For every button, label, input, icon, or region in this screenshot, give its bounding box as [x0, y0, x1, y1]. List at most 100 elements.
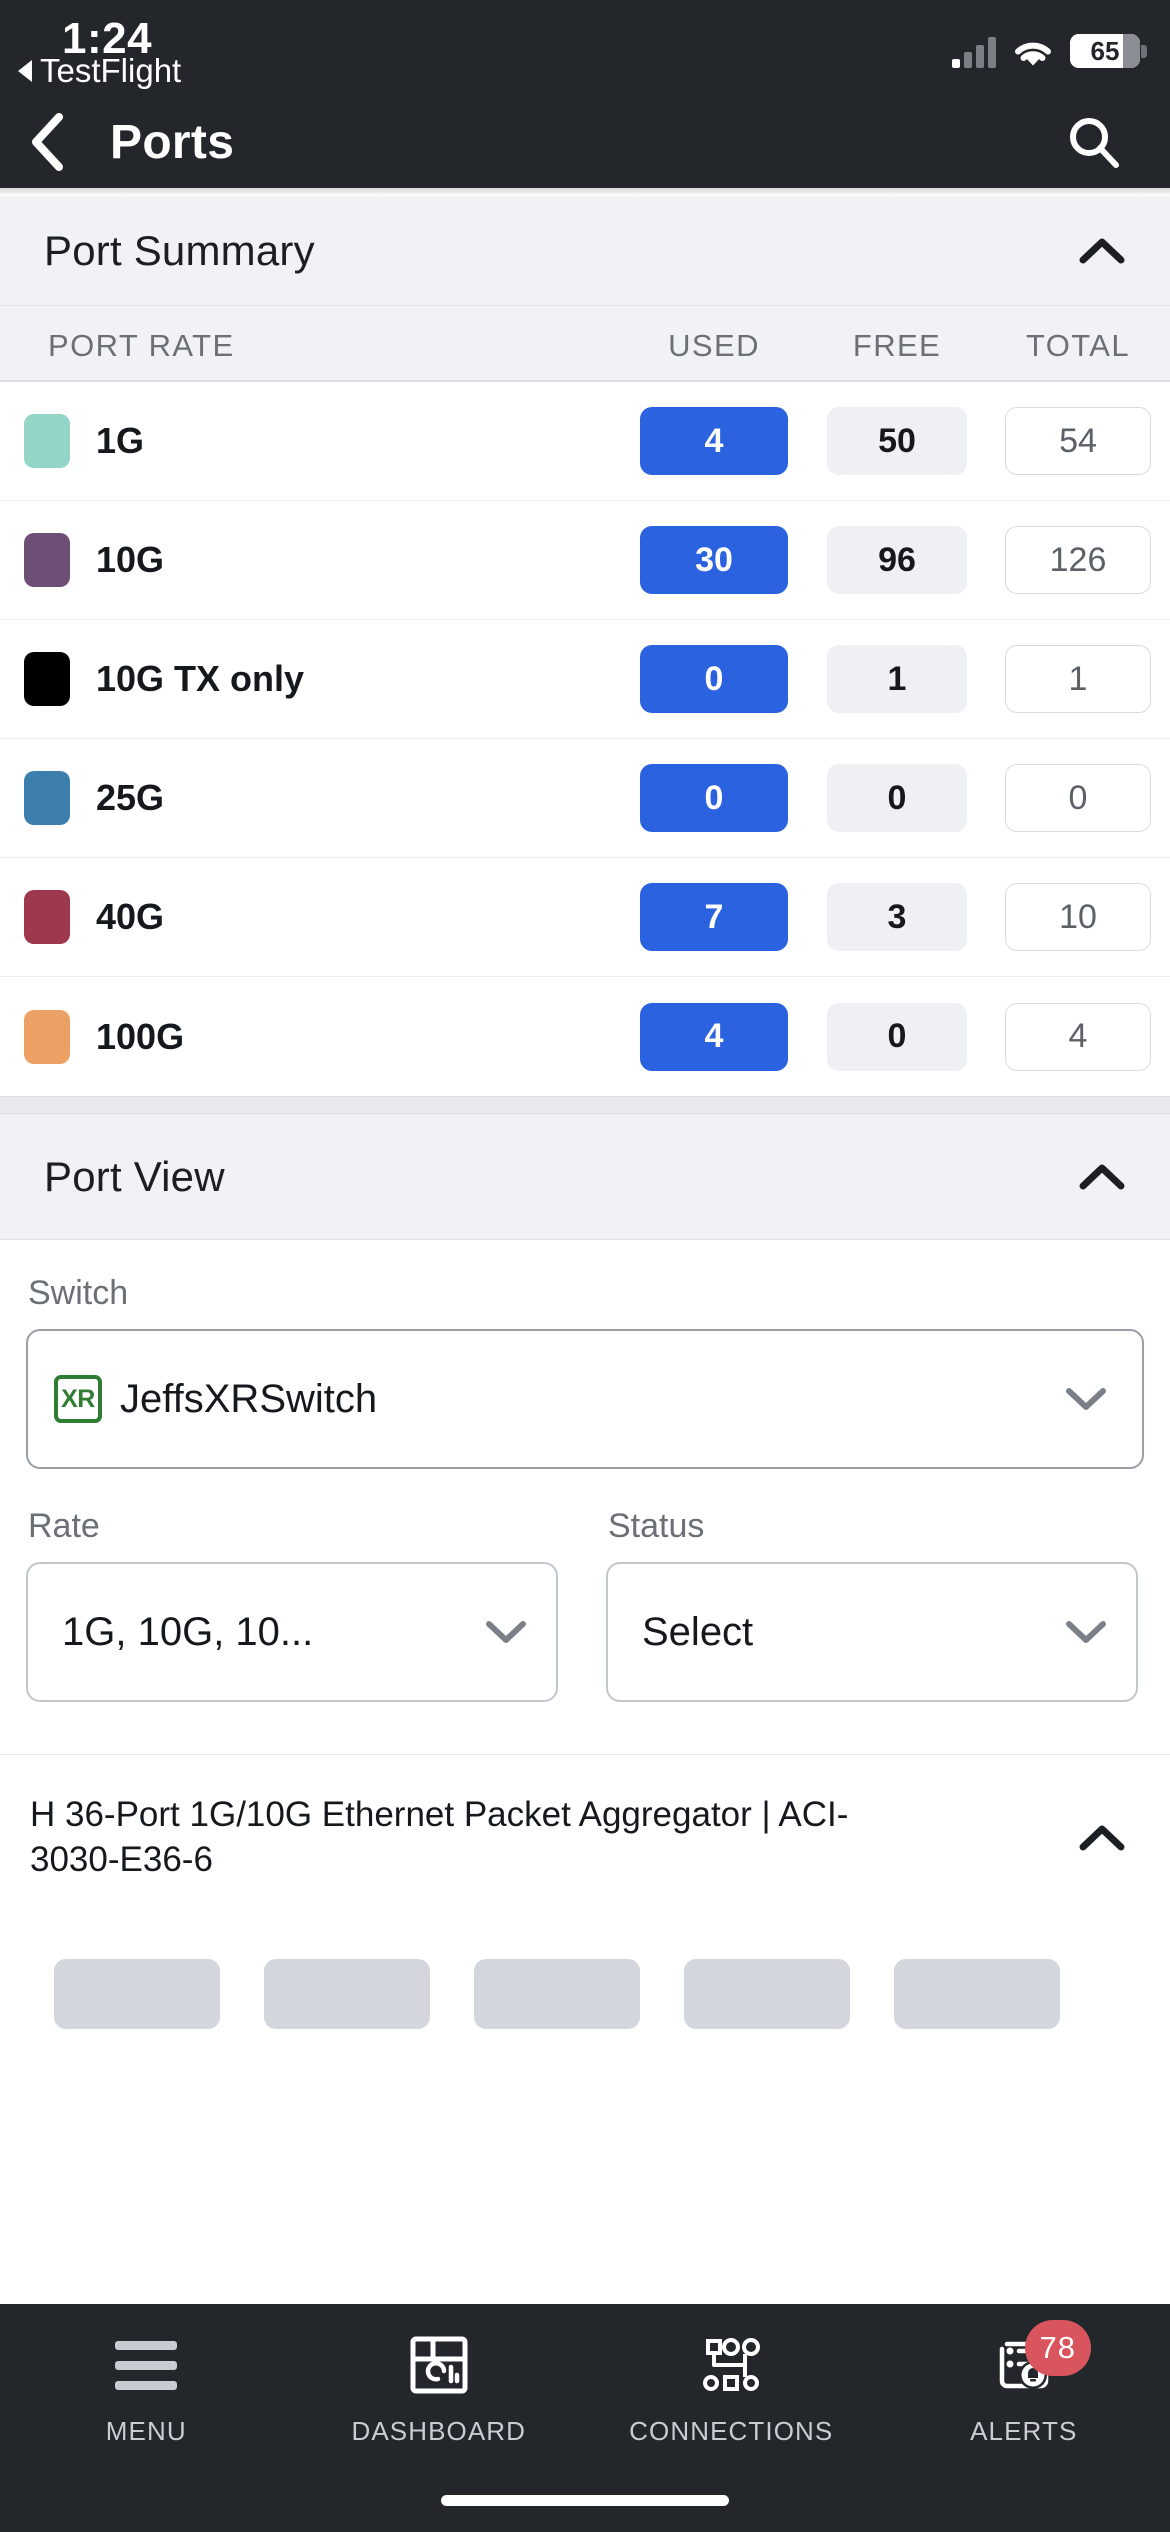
switch-select[interactable]: XR JeffsXRSwitch [26, 1329, 1144, 1469]
app-screen: 1:24 TestFlight 65 Ports Port Summary PO… [0, 0, 1170, 2532]
used-chip[interactable]: 4 [640, 407, 788, 475]
cell-free: 0 [808, 1002, 986, 1071]
tab-connections-label: CONNECTIONS [629, 2416, 834, 2446]
cell-port-rate: 10G [0, 533, 620, 587]
port-summary-title: Port Summary [44, 226, 315, 274]
free-chip[interactable]: 1 [827, 645, 967, 713]
used-chip[interactable]: 30 [640, 526, 788, 594]
table-row[interactable]: 1G 4 50 54 [0, 382, 1170, 501]
chevron-up-icon[interactable] [1078, 1823, 1126, 1853]
cell-total: 0 [986, 764, 1170, 832]
port-rate-color-swatch [24, 771, 70, 825]
used-chip[interactable]: 0 [640, 645, 788, 713]
search-button[interactable] [1062, 110, 1126, 174]
chevron-up-icon[interactable] [1078, 1162, 1126, 1192]
cell-port-rate: 40G [0, 890, 620, 944]
tab-menu-label: MENU [105, 2416, 187, 2446]
rate-select[interactable]: 1G, 10G, 10... [26, 1562, 558, 1702]
tab-menu[interactable]: MENU [0, 2334, 293, 2447]
rate-status-row: Rate 1G, 10G, 10... Status Select [26, 1473, 1144, 1702]
tab-connections[interactable]: CONNECTIONS [585, 2334, 878, 2447]
column-header-free: FREE [852, 328, 942, 363]
port-rate-color-swatch [24, 652, 70, 706]
navigation-bar: Ports [0, 96, 1170, 188]
status-bar-indicators: 65 [952, 26, 1147, 68]
port-chip[interactable] [54, 1958, 220, 2029]
column-header-port-rate: PORT RATE [48, 328, 235, 363]
table-row[interactable]: 100G 4 0 4 [0, 977, 1170, 1096]
rate-field-label: Rate [28, 1507, 100, 1545]
switch-select-value: JeffsXRSwitch [120, 1376, 378, 1421]
tab-alerts-label: ALERTS [970, 2416, 1078, 2446]
status-select-value: Select [642, 1609, 754, 1654]
used-chip[interactable]: 7 [640, 883, 788, 951]
xr-badge-icon: XR [54, 1375, 102, 1423]
port-summary-table-header: PORT RATE USED FREE TOTAL [0, 306, 1170, 382]
port-rate-label: 10G TX only [96, 658, 305, 699]
chevron-down-icon[interactable] [1064, 1385, 1108, 1413]
table-row[interactable]: 40G 7 3 10 [0, 858, 1170, 977]
switch-field-label: Switch [28, 1274, 129, 1312]
chevron-up-icon[interactable] [1078, 236, 1126, 266]
port-view-body: Switch XR JeffsXRSwitch Rate 1G, 10G, 10… [0, 1274, 1170, 1702]
chevron-left-icon [32, 113, 63, 171]
free-chip[interactable]: 3 [827, 883, 967, 951]
cell-port-rate: 10G TX only [0, 652, 620, 706]
free-chip[interactable]: 50 [827, 407, 967, 475]
cell-port-rate: 1G [0, 414, 620, 468]
port-chip[interactable] [684, 1958, 850, 2029]
cell-free: 50 [808, 407, 986, 475]
cell-used: 0 [620, 645, 808, 713]
used-chip[interactable]: 0 [640, 764, 788, 832]
free-chip[interactable]: 0 [827, 1002, 967, 1071]
cell-free: 3 [808, 883, 986, 951]
free-chip[interactable]: 96 [827, 526, 967, 594]
port-rate-label: 25G [96, 777, 165, 818]
cell-free: 1 [808, 645, 986, 713]
device-header-row[interactable]: H 36-Port 1G/10G Ethernet Packet Aggrega… [0, 1755, 1170, 1913]
cell-port-rate: 100G [0, 1009, 620, 1064]
dashboard-grid-icon [408, 2334, 470, 2396]
free-chip[interactable]: 0 [827, 764, 967, 832]
bottom-tab-bar: MENU DASHBOARD CONNECTIONS 78 ALERTS [0, 2304, 1170, 2532]
cell-total: 10 [986, 883, 1170, 951]
back-triangle-icon [18, 60, 32, 82]
back-to-testflight-link[interactable]: TestFlight [18, 52, 181, 90]
column-header-total: TOTAL [1025, 328, 1131, 363]
rate-field-group: Rate 1G, 10G, 10... [26, 1473, 558, 1702]
table-row[interactable]: 10G TX only 0 1 1 [0, 620, 1170, 739]
chevron-down-icon[interactable] [1064, 1618, 1108, 1646]
home-indicator [441, 2495, 729, 2506]
port-rate-label: 100G [96, 1015, 185, 1057]
status-field-group: Status Select [606, 1473, 1138, 1702]
port-chip[interactable] [264, 1958, 430, 2029]
port-summary-header[interactable]: Port Summary [0, 196, 1170, 306]
total-chip: 54 [1005, 407, 1151, 475]
table-row[interactable]: 10G 30 96 126 [0, 501, 1170, 620]
port-view-header[interactable]: Port View [0, 1114, 1170, 1240]
table-row[interactable]: 25G 0 0 0 [0, 739, 1170, 858]
column-header-used: USED [668, 328, 760, 363]
cell-total: 54 [986, 407, 1170, 475]
cell-total: 1 [986, 645, 1170, 713]
status-select[interactable]: Select [606, 1562, 1138, 1702]
page-title: Ports [110, 115, 235, 169]
chevron-down-icon[interactable] [484, 1618, 528, 1646]
rate-select-value: 1G, 10G, 10... [62, 1609, 314, 1654]
tab-dashboard[interactable]: DASHBOARD [293, 2334, 586, 2447]
used-chip[interactable]: 4 [640, 1002, 788, 1071]
scroll-content[interactable]: Port Summary PORT RATE USED FREE TOTAL 1… [0, 188, 1170, 2304]
port-rate-color-swatch [24, 1009, 70, 1064]
content-top-shadow [0, 188, 1170, 196]
port-chip[interactable] [894, 1958, 1060, 2029]
back-button[interactable] [0, 96, 96, 188]
section-separator [0, 1096, 1170, 1114]
device-description: H 36-Port 1G/10G Ethernet Packet Aggrega… [30, 1795, 849, 1879]
port-chip[interactable] [474, 1958, 640, 2029]
cell-free: 96 [808, 526, 986, 594]
port-summary-table-body: 1G 4 50 54 10G 30 96 126 10G TX only 0 1 1 25G 0 0 0 40G… [0, 382, 1170, 1096]
tab-alerts[interactable]: 78 ALERTS [878, 2320, 1170, 2447]
port-rate-label: 1G [96, 420, 145, 461]
alert-bell-list-icon: 78 [993, 2320, 1091, 2396]
port-rate-color-swatch [24, 414, 70, 468]
